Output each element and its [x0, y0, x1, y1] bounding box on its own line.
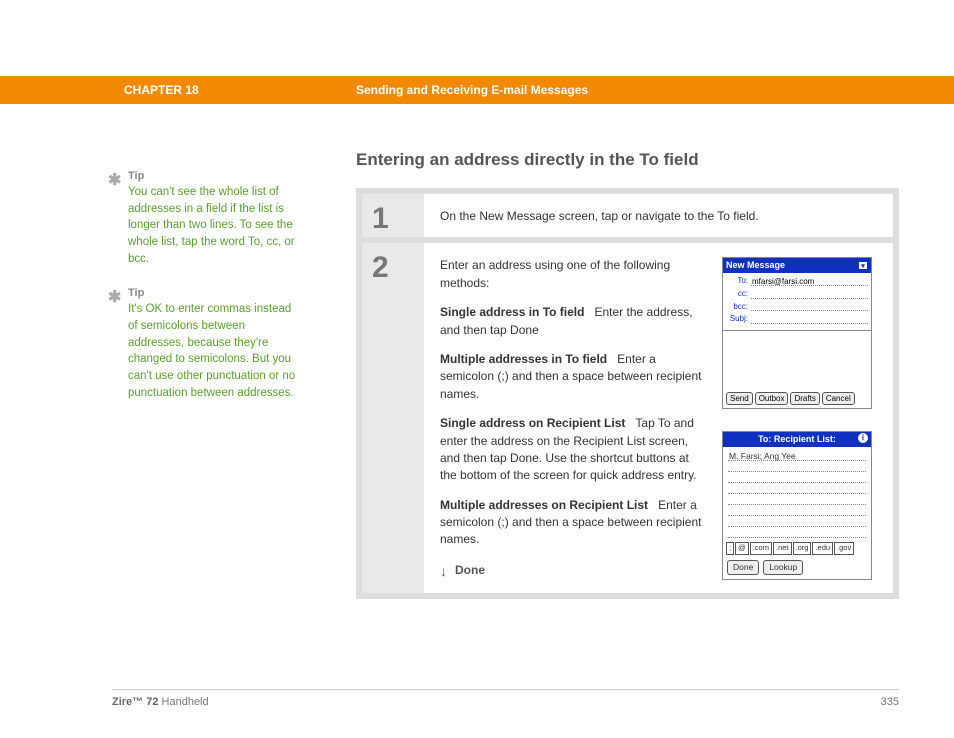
tip-item: ✱ Tip It's OK to enter commas instead of…: [108, 287, 298, 401]
mock-titlebar: New Message ▾: [723, 258, 871, 273]
step-1: 1 On the New Message screen, tap or navi…: [362, 194, 893, 237]
product-rest: Handheld: [158, 696, 208, 708]
method-head: Single address in To field: [440, 305, 584, 319]
method-head: Multiple addresses in To field: [440, 352, 607, 366]
new-message-screenshot: New Message ▾ To:mfarsi@farsi.com cc: bc…: [722, 257, 872, 409]
method-head: Single address on Recipient List: [440, 416, 625, 430]
step-intro: Enter an address using one of the follow…: [440, 257, 704, 292]
mock-button: Cancel: [822, 392, 855, 406]
mock-title: New Message: [726, 259, 785, 272]
mock-button: Done: [727, 560, 759, 574]
method: Single address on Recipient List Tap To …: [440, 415, 704, 485]
page-footer: Zire™ 72 Handheld 335: [112, 689, 899, 708]
asterisk-icon: ✱: [108, 287, 121, 307]
blank-line: [728, 527, 866, 538]
step-2: 2 Enter an address using one of the foll…: [362, 243, 893, 593]
field-value: [751, 301, 868, 311]
field-label: cc:: [726, 288, 748, 300]
field-label: bcc:: [726, 301, 748, 313]
done-label: Done: [455, 562, 485, 579]
tip-label: Tip: [128, 170, 298, 182]
mock-button: Send: [726, 392, 753, 406]
method: Single address in To field Enter the add…: [440, 304, 704, 339]
blank-line: [728, 505, 866, 516]
tips-sidebar: ✱ Tip You can't see the whole list of ad…: [108, 170, 298, 421]
step-number: 2: [362, 243, 424, 593]
section-title: Entering an address directly in the To f…: [356, 150, 899, 170]
mock-button: Drafts: [790, 392, 819, 406]
shortcut-btn: .edu: [812, 542, 833, 555]
field-value: [751, 289, 868, 299]
steps-container: 1 On the New Message screen, tap or navi…: [356, 188, 899, 599]
mock-title: To: Recipient List:: [758, 434, 836, 444]
mock-body: [723, 330, 871, 388]
recipient-list-screenshot: To: Recipient List: i M. Farsi; Ang Yee: [722, 431, 872, 579]
dropdown-icon: ▾: [858, 261, 868, 270]
mock-button: Outbox: [755, 392, 789, 406]
shortcut-btn: .net: [773, 542, 792, 555]
main-content: Entering an address directly in the To f…: [356, 150, 899, 599]
shortcut-btn: .com: [750, 542, 772, 555]
mock-titlebar: To: Recipient List: i: [723, 432, 871, 447]
method: Multiple addresses on Recipient List Ent…: [440, 497, 704, 549]
method-head: Multiple addresses on Recipient List: [440, 498, 648, 512]
manual-page: CHAPTER 18 Sending and Receiving E-mail …: [0, 0, 954, 738]
blank-line: [728, 461, 866, 472]
field-label: Subj:: [726, 313, 748, 325]
recipient-entry: M. Farsi; Ang Yee: [728, 450, 866, 461]
shortcut-btn: .gov: [834, 542, 854, 555]
blank-line: [728, 516, 866, 527]
info-icon: i: [858, 433, 868, 443]
page-number: 335: [881, 696, 899, 708]
mock-button: Lookup: [763, 560, 803, 574]
field-label: To:: [726, 275, 748, 287]
done-indicator: ↓ Done: [440, 561, 704, 581]
shortcut-btn: @: [735, 542, 749, 555]
down-arrow-icon: ↓: [440, 561, 447, 581]
step-text-column: Enter an address using one of the follow…: [440, 257, 704, 581]
blank-line: [728, 494, 866, 505]
chapter-label: CHAPTER 18: [112, 76, 312, 104]
product-bold: Zire™ 72: [112, 696, 158, 708]
asterisk-icon: ✱: [108, 170, 121, 190]
step-body: Enter an address using one of the follow…: [424, 243, 893, 593]
method: Multiple addresses in To field Enter a s…: [440, 351, 704, 403]
shortcut-btn: ;: [726, 542, 734, 555]
product-name: Zire™ 72 Handheld: [112, 696, 209, 708]
field-value: [751, 314, 868, 324]
tip-text: You can't see the whole list of addresse…: [128, 184, 298, 267]
chapter-title: Sending and Receiving E-mail Messages: [356, 76, 588, 104]
tip-text: It's OK to enter commas instead of semic…: [128, 301, 298, 401]
step-body: On the New Message screen, tap or naviga…: [424, 194, 893, 237]
screenshot-column: New Message ▾ To:mfarsi@farsi.com cc: bc…: [722, 257, 877, 581]
blank-line: [728, 472, 866, 483]
field-value: mfarsi@farsi.com: [751, 276, 868, 286]
shortcut-btn: .org: [793, 542, 812, 555]
blank-line: [728, 483, 866, 494]
step-text: On the New Message screen, tap or naviga…: [440, 209, 759, 223]
tip-item: ✱ Tip You can't see the whole list of ad…: [108, 170, 298, 267]
step-number: 1: [362, 194, 424, 237]
tip-label: Tip: [128, 287, 298, 299]
